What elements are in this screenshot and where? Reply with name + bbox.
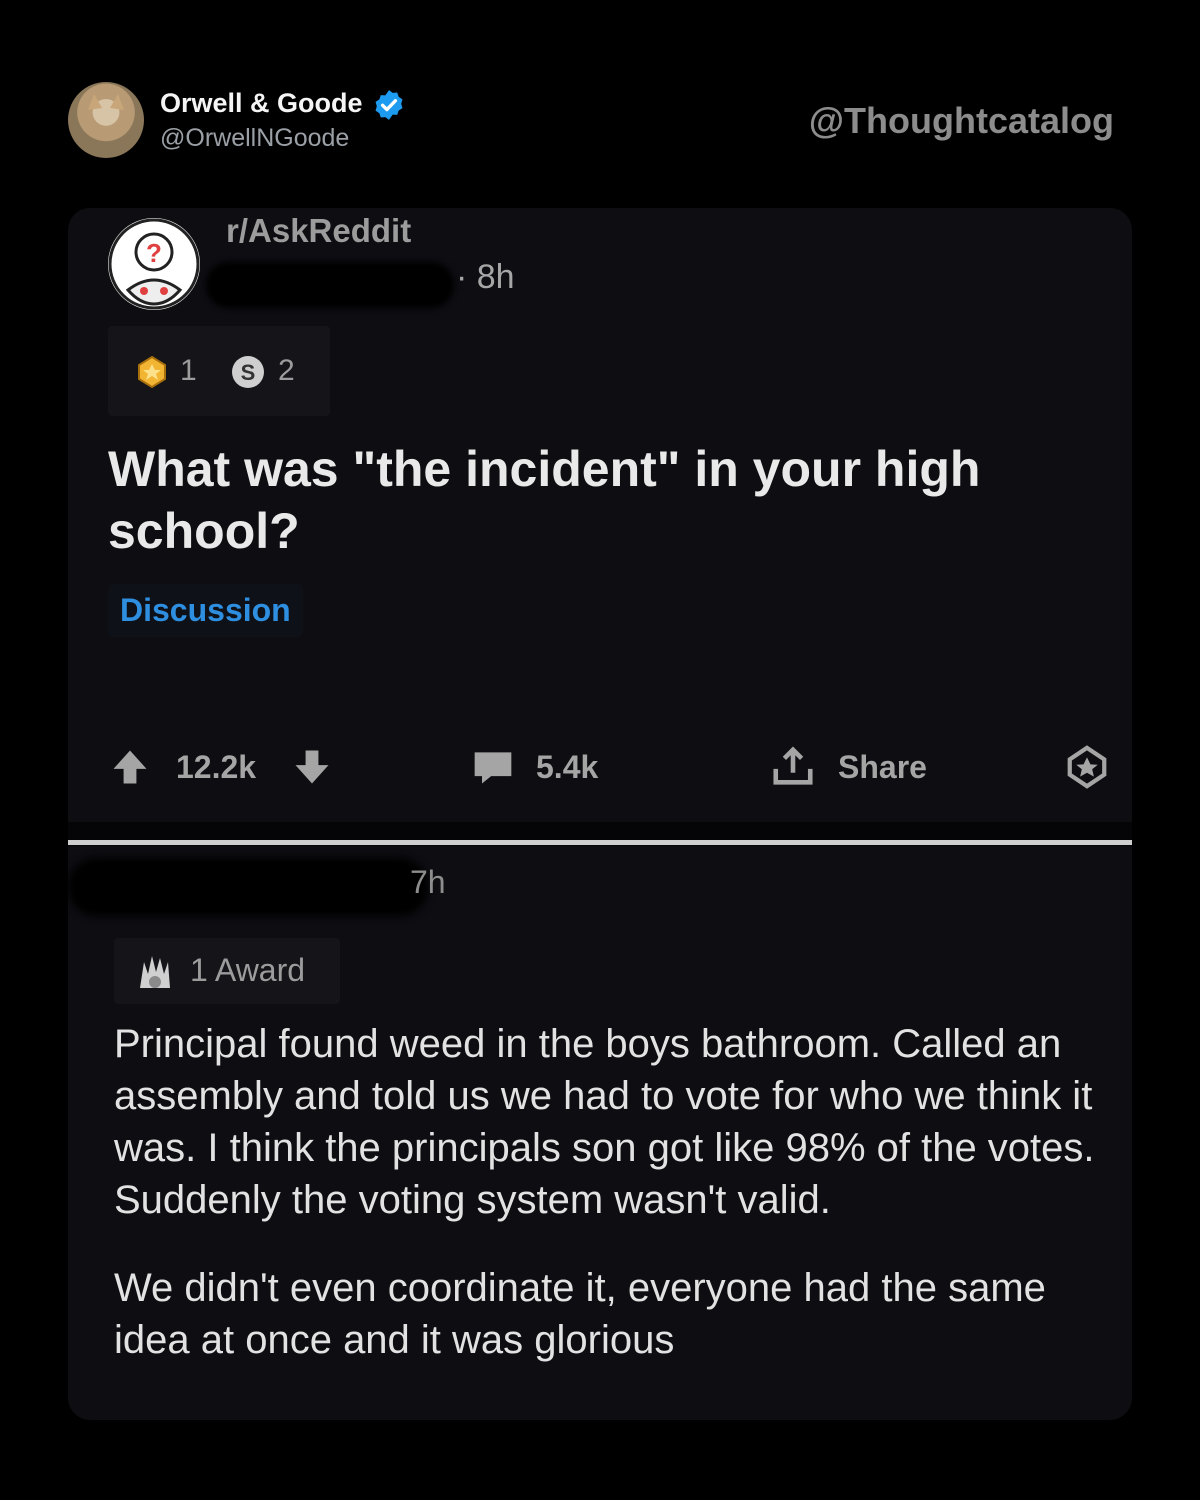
comment-count: 5.4k [536,748,599,785]
watermark: @Thoughtcatalog [808,100,1114,141]
share-button[interactable]: Share [770,742,927,792]
reddit-post-card: ? r/AskReddit · 8h 1 S 2 What was "the i… [68,208,1132,1420]
post-title[interactable]: What was "the incident" in your high sch… [108,438,1108,562]
award-button[interactable] [1064,742,1110,792]
share-icon [773,746,813,785]
dog-avatar-icon [88,94,124,110]
upvote-arrow-icon [113,750,147,784]
silver-coin-icon: S [232,356,264,388]
comment-awards[interactable]: 1 Award [114,938,340,1004]
redacted-username [206,262,454,308]
author-avatar[interactable] [68,82,144,158]
tweet-header: Orwell & Goode @OrwellNGoode @Thoughtcat… [68,82,1132,162]
gold-award-icon [138,355,166,389]
downvote-arrow-icon [295,750,329,784]
upvote-button[interactable] [108,742,152,792]
subreddit-icon[interactable]: ? [108,218,200,310]
mind-blown-award-icon [140,956,170,988]
verified-badge-icon [375,90,403,120]
comment-time: 7h [410,864,446,900]
comment-bubble-icon [474,752,512,784]
silver-coin-count: 2 [278,354,295,387]
author-name[interactable]: Orwell & Goode [160,88,363,119]
comment-body[interactable]: Principal found weed in the boys bathroo… [114,1018,1114,1402]
redacted-commenter [68,858,428,916]
post-awards[interactable]: 1 S 2 [108,326,330,416]
vote-score: 12.2k [176,748,257,785]
svg-text:S: S [241,360,256,385]
comment-paragraph: We didn't even coordinate it, everyone h… [114,1266,1046,1362]
divider-line [68,840,1132,845]
comments-button[interactable]: 5.4k [470,742,598,792]
post-action-bar: 12.2k 5.4k Share [108,742,1108,792]
gold-award-count: 1 [180,354,197,387]
svg-text:?: ? [146,238,162,268]
author-handle[interactable]: @OrwellNGoode [160,124,349,153]
comment-award-label: 1 Award [190,952,306,988]
comment-paragraph: Principal found weed in the boys bathroo… [114,1022,1095,1222]
subreddit-name[interactable]: r/AskReddit [226,212,411,250]
downvote-button[interactable] [290,742,334,792]
post-time: · 8h [456,258,515,296]
askreddit-snoo-icon: ? [108,218,200,310]
award-outline-icon [1067,745,1107,789]
share-label: Share [838,748,927,785]
post-flair[interactable]: Discussion [108,584,303,637]
